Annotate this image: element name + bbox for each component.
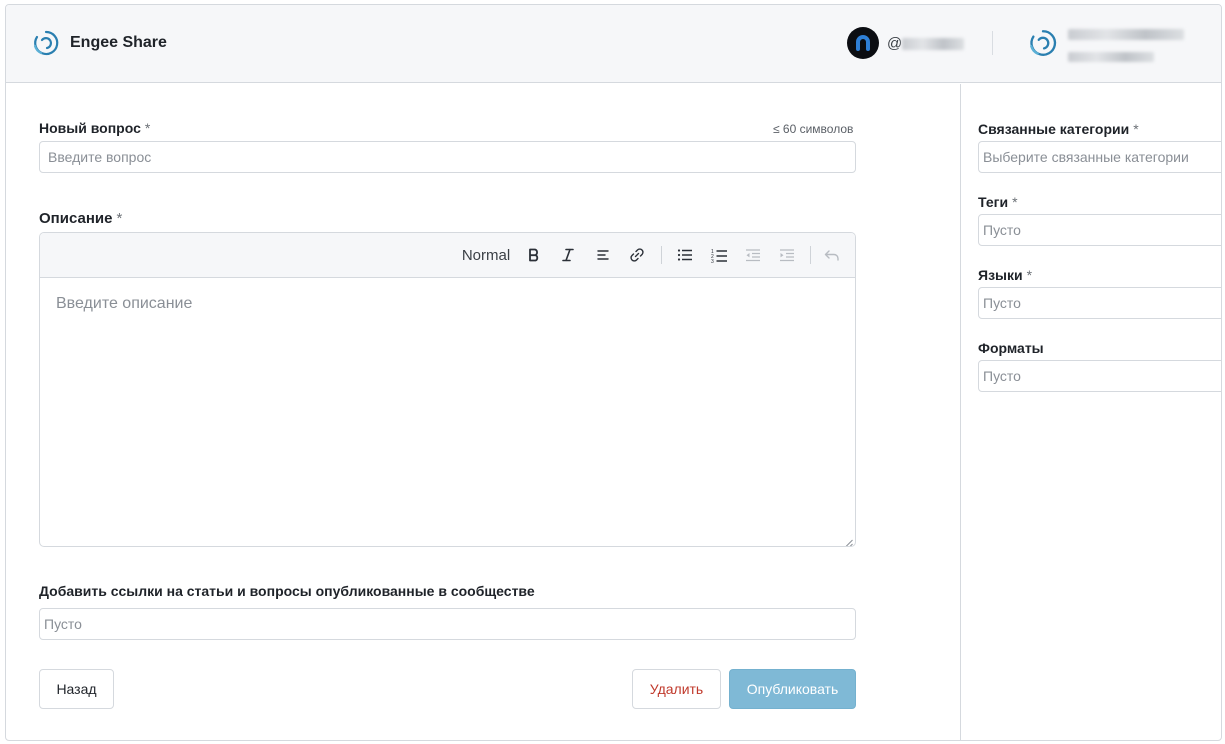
links-label: Добавить ссылки на статьи и вопросы опуб… xyxy=(39,583,535,599)
required-mark: * xyxy=(1026,267,1033,283)
align-icon[interactable] xyxy=(593,245,613,265)
user-avatar-icon xyxy=(856,35,870,51)
svg-text:3: 3 xyxy=(711,259,714,263)
org-name-line-1 xyxy=(1068,29,1184,40)
top-header: Engee Share @ xyxy=(6,5,1221,83)
org-logo-icon[interactable] xyxy=(1027,27,1059,59)
outdent-icon[interactable] xyxy=(743,245,763,265)
italic-icon[interactable] xyxy=(558,245,578,265)
description-editor[interactable]: Normal 123 Введите описание xyxy=(39,232,856,547)
description-label-text: Описание xyxy=(39,210,113,227)
bold-icon[interactable] xyxy=(524,245,544,265)
question-limit-hint: ≤ 60 символов xyxy=(773,122,854,136)
username-redacted xyxy=(902,38,965,51)
format-select[interactable]: Normal xyxy=(458,245,514,265)
editor-toolbar: Normal 123 xyxy=(40,233,855,278)
page-frame: Engee Share @ Новый вопрос * ≤ 60 символ… xyxy=(5,4,1222,741)
tags-label: Теги * xyxy=(978,194,1018,210)
question-form: Новый вопрос * ≤ 60 символов Введите вопр… xyxy=(6,84,961,740)
app-title[interactable]: Engee Share xyxy=(70,34,167,52)
delete-button[interactable]: Удалить xyxy=(632,669,721,709)
org-name-line-2 xyxy=(1068,51,1154,62)
back-button[interactable]: Назад xyxy=(39,669,114,709)
link-icon[interactable] xyxy=(627,245,647,265)
required-mark: * xyxy=(1012,194,1018,210)
required-mark: * xyxy=(144,120,151,136)
question-label-text: Новый вопрос xyxy=(39,120,141,136)
sidebar: Связанные категории * Выберите связанные … xyxy=(962,84,1221,740)
ordered-list-icon[interactable]: 123 xyxy=(709,245,729,265)
categories-select[interactable]: Выберите связанные категории xyxy=(978,141,1221,173)
toolbar-separator xyxy=(810,246,811,264)
languages-label: Языки * xyxy=(978,267,1032,283)
username[interactable]: @ xyxy=(887,35,965,52)
required-mark: * xyxy=(1133,121,1139,137)
formats-label: Форматы xyxy=(978,340,1044,356)
categories-label-text: Связанные категории xyxy=(978,121,1130,137)
indent-icon[interactable] xyxy=(777,245,797,265)
user-avatar[interactable] xyxy=(847,27,879,59)
description-label: Описание * xyxy=(39,210,122,227)
engee-logo-icon[interactable] xyxy=(31,28,61,58)
question-input[interactable]: Введите вопрос xyxy=(39,141,856,173)
languages-input[interactable]: Пусто xyxy=(978,287,1221,319)
resize-handle-icon[interactable] xyxy=(844,535,853,546)
publish-button[interactable]: Опубликовать xyxy=(729,669,856,709)
question-label: Новый вопрос * xyxy=(39,120,150,136)
links-input[interactable]: Пусто xyxy=(39,608,856,640)
tags-input[interactable]: Пусто xyxy=(978,214,1221,246)
undo-icon[interactable] xyxy=(822,245,842,265)
header-divider xyxy=(992,31,993,55)
org-name-redacted[interactable] xyxy=(1068,29,1221,66)
languages-label-text: Языки xyxy=(978,267,1023,283)
username-prefix: @ xyxy=(887,35,903,52)
toolbar-separator xyxy=(661,246,662,264)
required-mark: * xyxy=(116,210,123,227)
tags-label-text: Теги xyxy=(978,194,1009,210)
categories-label: Связанные категории * xyxy=(978,121,1139,137)
description-textarea[interactable]: Введите описание xyxy=(56,295,192,313)
formats-input[interactable]: Пусто xyxy=(978,360,1221,392)
bullet-list-icon[interactable] xyxy=(675,245,695,265)
